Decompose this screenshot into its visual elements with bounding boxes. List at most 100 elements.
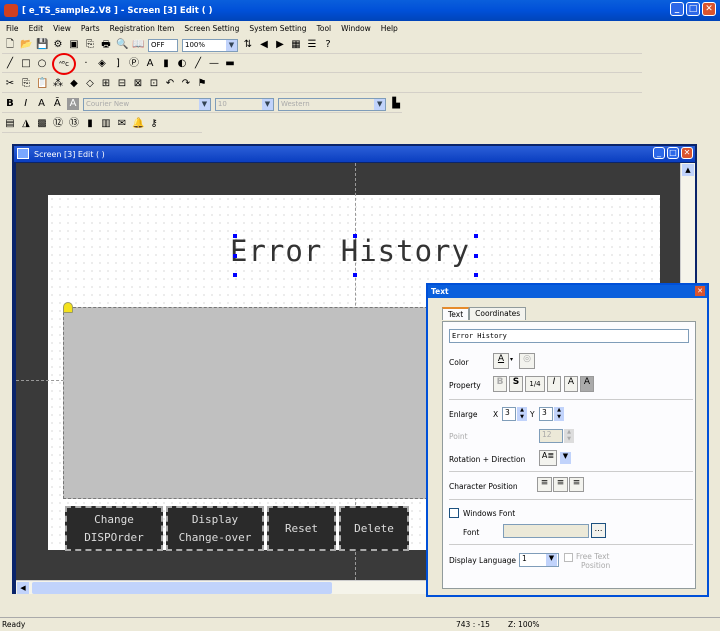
color-picker-icon[interactable]: ▙ [390, 98, 402, 110]
error-history-text[interactable]: Error History [230, 234, 470, 268]
tab-text[interactable]: Text [442, 307, 470, 320]
reset-button[interactable]: Reset [267, 506, 336, 551]
minimize-button[interactable]: _ [670, 2, 684, 16]
text-value-input[interactable]: Error History [449, 329, 689, 343]
horizontal-scroll-thumb[interactable] [32, 582, 332, 594]
delete-button[interactable]: Delete [339, 506, 409, 551]
rotation-select[interactable]: A≣ [539, 450, 557, 466]
selection-handle[interactable] [353, 234, 357, 238]
marker-icon[interactable]: ▮ [160, 58, 172, 70]
selection-handle[interactable] [474, 234, 478, 238]
part-lamp-icon[interactable]: ◮ [20, 118, 32, 130]
menu-window[interactable]: Window [341, 24, 371, 33]
font-browse-button[interactable]: … [591, 523, 606, 538]
font-name-select[interactable]: Courier New ▼ [82, 97, 211, 111]
book-icon[interactable]: 📖 [132, 39, 144, 51]
bold-button[interactable]: B [493, 376, 507, 392]
grid-icon[interactable]: ▦ [290, 39, 302, 51]
font-size-icon[interactable]: A [36, 98, 48, 110]
window-icon[interactable]: ▣ [68, 39, 80, 51]
part-number-icon[interactable]: ▩ [36, 118, 48, 130]
selection-handle[interactable] [474, 254, 478, 258]
reverse-icon[interactable]: A [67, 98, 79, 110]
circle-icon[interactable]: ○ [36, 58, 48, 70]
send-back-icon[interactable]: ◇ [84, 78, 96, 90]
selection-handle[interactable] [233, 234, 237, 238]
italic-icon[interactable]: I [20, 98, 32, 110]
align-left-button[interactable]: ≡ [537, 477, 552, 492]
display-changeover-button[interactable]: Display Change-over [166, 506, 264, 551]
menu-registration-item[interactable]: Registration Item [110, 24, 175, 33]
redo-icon[interactable]: ↷ [180, 78, 192, 90]
enlarge-y-input[interactable]: 3 [539, 407, 553, 421]
print-icon[interactable]: 🖶 [100, 39, 112, 51]
reverse-a-button[interactable]: A [580, 376, 594, 392]
scroll-up-icon[interactable]: ▲ [682, 164, 694, 176]
zoom-icon[interactable]: 🔍 [116, 39, 128, 51]
italic-button[interactable]: I [547, 376, 561, 392]
x-spinner-icon[interactable]: ▲ ▼ [517, 407, 527, 421]
close-button[interactable]: ✕ [702, 2, 716, 16]
free-text-position-checkbox[interactable] [564, 553, 573, 562]
menu-screen-setting[interactable]: Screen Setting [184, 24, 239, 33]
bit-off-select[interactable]: OFF [148, 38, 178, 52]
part-numeric-icon[interactable]: ⑫ [52, 118, 64, 130]
shuffle-icon[interactable]: ⇅ [242, 39, 254, 51]
bring-front-icon[interactable]: ◆ [68, 78, 80, 90]
dialog-close-button[interactable]: ✕ [695, 286, 705, 296]
dot-icon[interactable]: · [80, 58, 92, 70]
zoom-select[interactable]: 100% ▼ [182, 38, 238, 52]
normal-a-button[interactable]: A [564, 376, 578, 392]
inner-minimize-button[interactable]: _ [653, 147, 665, 159]
bracket-icon[interactable]: ] [112, 58, 124, 70]
selection-handle[interactable] [353, 273, 357, 277]
chevron-down-icon[interactable]: ▼ [546, 554, 557, 566]
tab-coordinates[interactable]: Coordinates [469, 307, 527, 320]
line-icon[interactable]: ╱ [4, 58, 16, 70]
part-alarm-icon[interactable]: 🔔 [132, 118, 144, 130]
enlarge-x-input[interactable]: 3 [502, 407, 516, 421]
font-input[interactable] [503, 524, 589, 538]
flag-icon[interactable]: ⚑ [196, 78, 208, 90]
alarm-history-part[interactable] [63, 307, 433, 499]
y-spinner-icon[interactable]: ▲ ▼ [554, 407, 564, 421]
line-style-icon[interactable]: ╱ [192, 58, 204, 70]
charset-select[interactable]: Western ▼ [277, 97, 387, 111]
part-graph-icon[interactable]: ▮ [84, 118, 96, 130]
text-tool-icon[interactable]: ᴬᴮc [52, 53, 76, 75]
list-icon[interactable]: ☰ [306, 39, 318, 51]
align-right-button[interactable]: ≡ [569, 477, 584, 492]
part-switch-icon[interactable]: ▤ [4, 118, 16, 130]
menu-system-setting[interactable]: System Setting [249, 24, 306, 33]
point-spinner-icon[interactable]: ▲ ▼ [564, 429, 574, 443]
menu-file[interactable]: File [6, 24, 19, 33]
windows-font-checkbox[interactable] [449, 508, 459, 518]
save-icon[interactable]: 💾 [36, 39, 48, 51]
arrow-left-icon[interactable]: ◀ [258, 39, 270, 51]
new-file-icon[interactable]: 🗋 [4, 39, 16, 51]
bold-icon[interactable]: B [4, 98, 16, 110]
inner-close-button[interactable]: ✕ [681, 147, 693, 159]
arrow-right-icon[interactable]: ▶ [274, 39, 286, 51]
chevron-down-icon[interactable]: ▾ [510, 356, 513, 363]
part-misc-icon[interactable]: ⚷ [148, 118, 160, 130]
paste-icon[interactable]: 📋 [36, 78, 48, 90]
scroll-left-icon[interactable]: ◀ [17, 582, 29, 594]
bg-color-button[interactable]: ◎ [519, 353, 535, 369]
text-color-button[interactable]: A [493, 353, 509, 369]
tool-icon[interactable]: ⚙ [52, 39, 64, 51]
menu-edit[interactable]: Edit [29, 24, 44, 33]
selection-handle[interactable] [233, 273, 237, 277]
fill-pattern-icon[interactable]: ▬ [224, 58, 236, 70]
align2-icon[interactable]: ⊟ [116, 78, 128, 90]
parts-icon[interactable]: Ⓟ [128, 58, 140, 70]
align4-icon[interactable]: ⊡ [148, 78, 160, 90]
align-center-button[interactable]: ≡ [553, 477, 568, 492]
maximize-button[interactable]: □ [686, 2, 700, 16]
part-chart-icon[interactable]: ▥ [100, 118, 112, 130]
chevron-down-icon[interactable]: ▼ [560, 452, 571, 464]
font-color-icon[interactable]: A [144, 58, 156, 70]
font-size-select[interactable]: 10 ▼ [214, 97, 274, 111]
fill-icon[interactable]: ◈ [96, 58, 108, 70]
help-icon[interactable]: ? [322, 39, 334, 51]
